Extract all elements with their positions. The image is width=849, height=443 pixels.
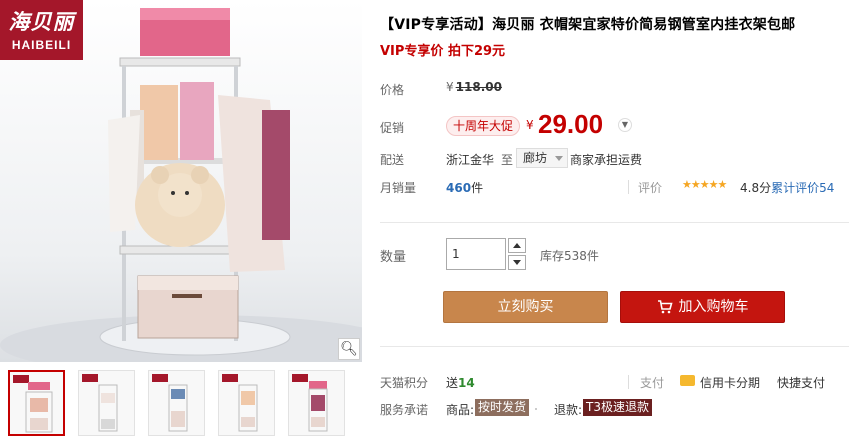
thumbnail-4[interactable] [218,370,275,436]
service-label: 服务承诺 [380,403,429,417]
product-title: 【VIP专享活动】海贝丽 衣帽架宜家特价简易钢管室内挂衣架包邮 [380,17,796,33]
service-item-1-label: 商品: [446,403,475,417]
service-item-2-tag[interactable]: T3极速退款 [583,399,652,416]
add-to-cart-button[interactable]: 加入购物车 [620,291,785,323]
promo-price-currency: ¥ [526,118,534,132]
promo-label: 促销 [380,121,405,135]
monthly-sales: 460件 [446,179,483,196]
quantity-increase-button[interactable] [508,238,526,253]
sales-label: 月销量 [380,181,417,195]
quantity-decrease-button[interactable] [508,255,526,270]
shipping-label: 配送 [380,153,405,167]
monthly-sales-unit: 件 [471,181,484,195]
main-product-image[interactable]: 海贝丽 HAIBEILI 🔍︎ [0,0,362,362]
add-to-cart-label: 加入购物车 [678,299,749,315]
thumbnail-3[interactable] [148,370,205,436]
rating-score: 4.8分 [740,181,772,195]
shipping-from: 浙江金华 [446,153,495,167]
product-gallery: 海贝丽 HAIBEILI 🔍︎ [0,0,362,443]
cart-icon [657,300,673,314]
quantity-input[interactable]: 1 [446,238,506,270]
rating-label: 评价 [638,181,663,195]
shipping-fee: 商家承担运费 [570,153,643,167]
thumbnail-1[interactable] [8,370,65,436]
divider [628,180,629,194]
arrow-up-icon [513,243,521,248]
thumbnail-5[interactable] [288,370,345,436]
service-item-1-tag[interactable]: 按时发货 [475,399,530,416]
points-prefix: 送 [446,376,459,390]
points-value: 送14 [446,374,475,391]
rating-count: 54 [819,181,835,195]
thumbnail-strip [0,368,362,443]
promo-tag: 十周年大促 [446,116,521,136]
chevron-down-icon [555,156,564,161]
rating-count-label: 累计评价 [771,181,820,195]
stock-count: 库存538件 [540,249,599,263]
product-subtitle: VIP专享价 拍下29元 [380,44,506,59]
rating-stars: ★★★★★ [682,178,727,191]
arrow-down-icon [513,260,521,265]
divider [628,375,629,389]
thumbnail-2[interactable] [78,370,135,436]
payment-label: 支付 [640,376,665,390]
promo-price: 29.00 [538,109,604,139]
original-price-currency: ¥ [446,80,454,94]
monthly-sales-count: 460 [446,181,472,195]
separator-dot [535,408,537,410]
shipping-destination-select[interactable]: 廊坊 [516,148,569,168]
rating-summary[interactable]: 4.8分累计评价54 [740,179,834,196]
quantity-label: 数量 [380,250,407,265]
brand-logo-cn: 海贝丽 [8,9,75,34]
credit-card-icon [680,375,695,386]
product-info: 【VIP专享活动】海贝丽 衣帽架宜家特价简易钢管室内挂衣架包邮 VIP专享价 拍… [380,0,849,443]
original-price: ¥118.00 [446,80,502,94]
credit-card-installment[interactable]: 信用卡分期 [700,374,760,391]
buy-now-button[interactable]: 立刻购买 [443,291,608,323]
brand-logo: 海贝丽 HAIBEILI [0,0,83,60]
chevron-down-icon[interactable]: ▼ [618,118,632,132]
shipping-to-label: 至 [501,153,514,167]
divider [380,222,849,223]
magnifier-icon[interactable]: 🔍︎ [338,338,360,360]
points-label: 天猫积分 [380,376,429,390]
points-amount: 14 [458,376,475,390]
service-item-2-label: 退款: [554,403,583,417]
brand-logo-en: HAIBEILI [11,38,72,52]
shipping-destination-value: 廊坊 [523,151,548,165]
price-label: 价格 [380,83,405,97]
original-price-value: 118.00 [455,80,502,94]
divider [380,346,849,347]
quick-pay[interactable]: 快捷支付 [777,374,825,391]
